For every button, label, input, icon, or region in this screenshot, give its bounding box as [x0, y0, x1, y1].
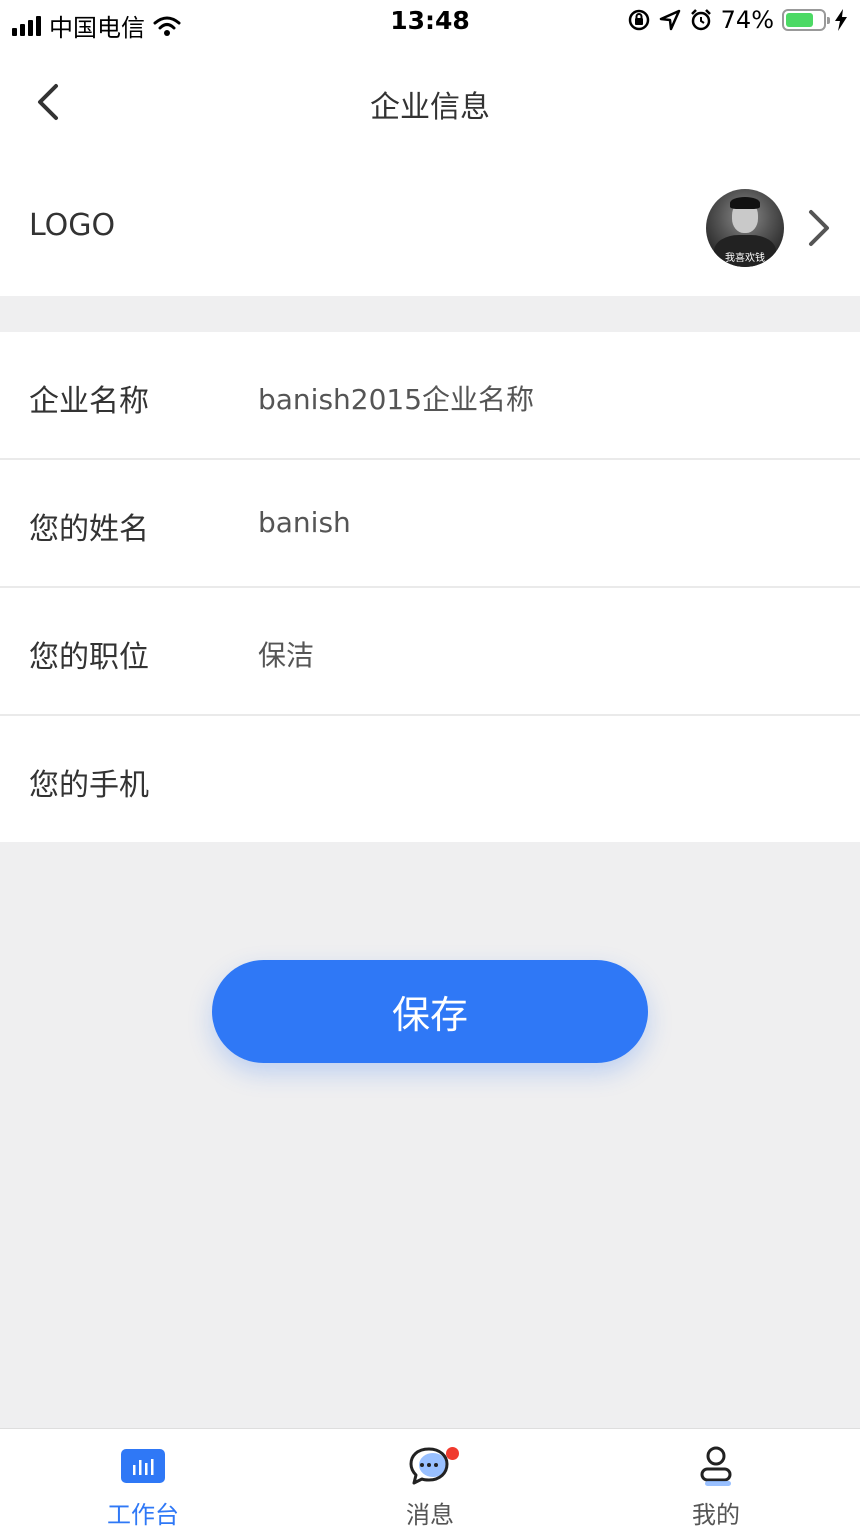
- status-left: 中国电信: [12, 8, 181, 43]
- your-position-field[interactable]: 保洁: [258, 634, 314, 674]
- company-name-label: 企业名称: [29, 384, 149, 419]
- page-title: 企业信息: [370, 90, 490, 125]
- logo-row[interactable]: LOGO 我喜欢钱: [0, 156, 860, 296]
- form-row-company-name[interactable]: 企业名称 banish2015企业名称: [0, 332, 860, 460]
- back-button[interactable]: [24, 78, 72, 126]
- charging-bolt-icon: [835, 9, 847, 31]
- carrier-name: 中国电信: [49, 14, 145, 42]
- tab-messages-label: 消息: [406, 1501, 454, 1529]
- signal-strength-icon: [12, 15, 41, 36]
- company-logo-avatar[interactable]: 我喜欢钱: [706, 189, 784, 267]
- tab-workbench-label: 工作台: [107, 1501, 179, 1529]
- status-right: 74%: [627, 6, 848, 34]
- workbench-chart-icon: [121, 1449, 165, 1483]
- battery-fill: [786, 13, 813, 27]
- enterprise-form: 企业名称 banish2015企业名称 您的姓名 banish 您的职位 保洁 …: [0, 332, 860, 842]
- avatar-caption: 我喜欢钱: [725, 253, 765, 264]
- tab-mine[interactable]: 我的: [573, 1429, 859, 1529]
- logo-label: LOGO: [29, 208, 116, 243]
- chevron-left-icon: [38, 84, 58, 120]
- enterprise-info-screen: 中国电信 13:48 74% 企业信息 LOGO 我喜欢钱 企业名称 banis…: [0, 0, 860, 1529]
- tab-workbench[interactable]: 工作台: [0, 1429, 286, 1529]
- save-button[interactable]: 保存: [212, 960, 648, 1063]
- tab-messages[interactable]: 消息: [287, 1429, 573, 1529]
- chevron-right-icon[interactable]: [804, 208, 834, 248]
- tab-mine-label: 我的: [692, 1501, 740, 1529]
- bottom-tab-bar: 工作台 消息 我的: [0, 1428, 860, 1529]
- your-phone-label: 您的手机: [29, 768, 149, 803]
- user-profile-icon: [700, 1446, 732, 1486]
- alarm-clock-icon: [690, 9, 711, 31]
- battery-percent: 74%: [720, 6, 774, 34]
- form-row-your-name[interactable]: 您的姓名 banish: [0, 460, 860, 588]
- your-position-label: 您的职位: [29, 640, 149, 675]
- company-name-field[interactable]: banish2015企业名称: [258, 378, 534, 418]
- battery-icon: [782, 9, 830, 31]
- navigation-bar: 企业信息: [0, 44, 860, 156]
- rotation-lock-icon: [628, 9, 649, 31]
- form-row-your-phone[interactable]: 您的手机: [0, 716, 860, 842]
- status-bar: 中国电信 13:48 74%: [0, 0, 860, 44]
- form-row-your-position[interactable]: 您的职位 保洁: [0, 588, 860, 716]
- message-unread-badge: [446, 1447, 459, 1460]
- location-arrow-icon: [659, 9, 680, 31]
- avatar-figure-hair: [730, 197, 760, 209]
- your-name-label: 您的姓名: [29, 512, 149, 547]
- wifi-icon: [153, 16, 181, 36]
- your-name-field[interactable]: banish: [258, 506, 351, 539]
